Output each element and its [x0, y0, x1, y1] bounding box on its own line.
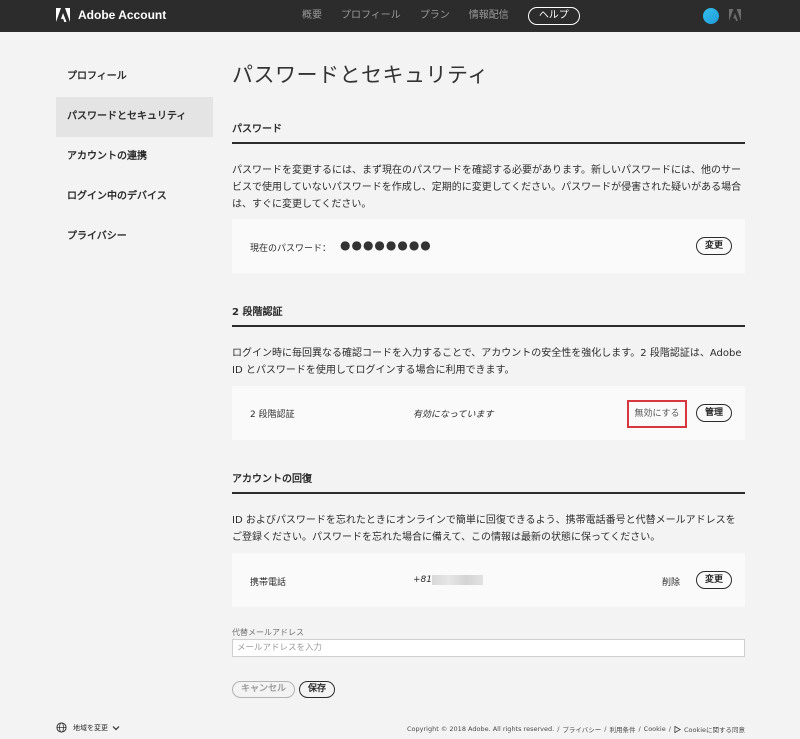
help-button[interactable]: ヘルプ [527, 7, 580, 25]
phone-number-redacted [432, 575, 483, 585]
cancel-button[interactable]: キャンセル [232, 681, 296, 698]
nav-plans[interactable]: プラン [420, 7, 450, 25]
section-title-recovery: アカウントの回復 [232, 470, 745, 494]
footer-separator: / [638, 725, 641, 733]
region-label: 地域を変更 [73, 723, 108, 732]
nav-overview[interactable]: 概要 [302, 7, 322, 25]
arrow-right-icon [674, 725, 681, 733]
footer-link-cookie-consent[interactable]: Cookieに関する同意 [684, 724, 745, 734]
globe-icon [56, 722, 67, 733]
chevron-down-icon [112, 725, 120, 730]
section-title-2fa: 2 段階認証 [232, 303, 745, 327]
password-card: 現在のパスワード： ●●●●●●●● 変更 [232, 219, 745, 273]
nav-profile[interactable]: プロフィール [341, 7, 401, 25]
change-region-button[interactable]: 地域を変更 [56, 722, 120, 733]
brand[interactable]: Adobe Account [56, 8, 166, 22]
delete-phone-link[interactable]: 削除 [662, 575, 680, 588]
page-title: パスワードとセキュリティ [232, 63, 489, 87]
sidebar-item-password-security[interactable]: パスワードとセキュリティ [56, 97, 213, 137]
footer-link-privacy[interactable]: プライバシー [562, 724, 601, 734]
adobe-mini-icon[interactable] [729, 9, 741, 21]
2fa-card: 2 段階認証 有効になっています 無効にする 管理 [232, 386, 745, 440]
adobe-logo-icon [56, 8, 70, 22]
footer-separator: / [604, 725, 607, 733]
sidebar-item-profile[interactable]: プロフィール [56, 57, 213, 97]
2fa-description: ログイン時に毎回異なる確認コードを入力することで、アカウントの安全性を強化します… [232, 348, 742, 376]
footer-separator: / [557, 725, 560, 733]
top-bar: Adobe Account 概要 プロフィール プラン 情報配信 ヘルプ [0, 0, 800, 32]
current-password-label: 現在のパスワード： [250, 244, 332, 254]
copyright-text: Copyright © 2018 Adobe. All rights reser… [407, 725, 555, 733]
footer-link-cookie[interactable]: Cookie [644, 725, 666, 733]
main-nav: 概要 プロフィール プラン 情報配信 ヘルプ [302, 7, 580, 25]
phone-prefix: +81 [413, 575, 432, 585]
footer-link-terms[interactable]: 利用条件 [609, 724, 635, 734]
main-content: パスワードとセキュリティ [232, 60, 745, 90]
sidebar-item-devices[interactable]: ログイン中のデバイス [56, 177, 213, 217]
alt-email-input[interactable] [232, 639, 745, 657]
sidebar: プロフィール パスワードとセキュリティ アカウントの連携 ログイン中のデバイス … [56, 57, 213, 257]
current-password-value: ●●●●●●●● [340, 238, 432, 252]
brand-name: Adobe Account [78, 8, 167, 22]
change-phone-button[interactable]: 変更 [696, 571, 733, 589]
password-description: パスワードを変更するには、まず現在のパスワードを確認する必要があります。新しいパ… [232, 165, 742, 210]
change-password-button[interactable]: 変更 [696, 237, 733, 255]
sidebar-item-privacy[interactable]: プライバシー [56, 217, 213, 257]
sidebar-item-connected-accounts[interactable]: アカウントの連携 [56, 137, 213, 177]
2fa-status: 有効になっています [413, 410, 494, 420]
section-title-password: パスワード [232, 120, 745, 144]
disable-2fa-button[interactable]: 無効にする [627, 400, 687, 428]
recovery-description: ID およびパスワードを忘れたときにオンラインで簡単に回復できるよう、携帯電話番… [232, 515, 736, 543]
recovery-phone-card: 携帯電話 +81 削除 変更 [232, 553, 745, 607]
manage-2fa-button[interactable]: 管理 [696, 404, 733, 422]
avatar-icon[interactable] [703, 8, 719, 24]
nav-communications[interactable]: 情報配信 [469, 7, 509, 25]
save-button[interactable]: 保存 [299, 681, 336, 698]
2fa-label: 2 段階認証 [250, 410, 295, 420]
alt-email-label: 代替メールアドレス [232, 628, 304, 637]
phone-label: 携帯電話 [250, 578, 287, 588]
footer-separator: / [668, 725, 671, 733]
footer-links: Copyright © 2018 Adobe. All rights reser… [404, 724, 745, 734]
